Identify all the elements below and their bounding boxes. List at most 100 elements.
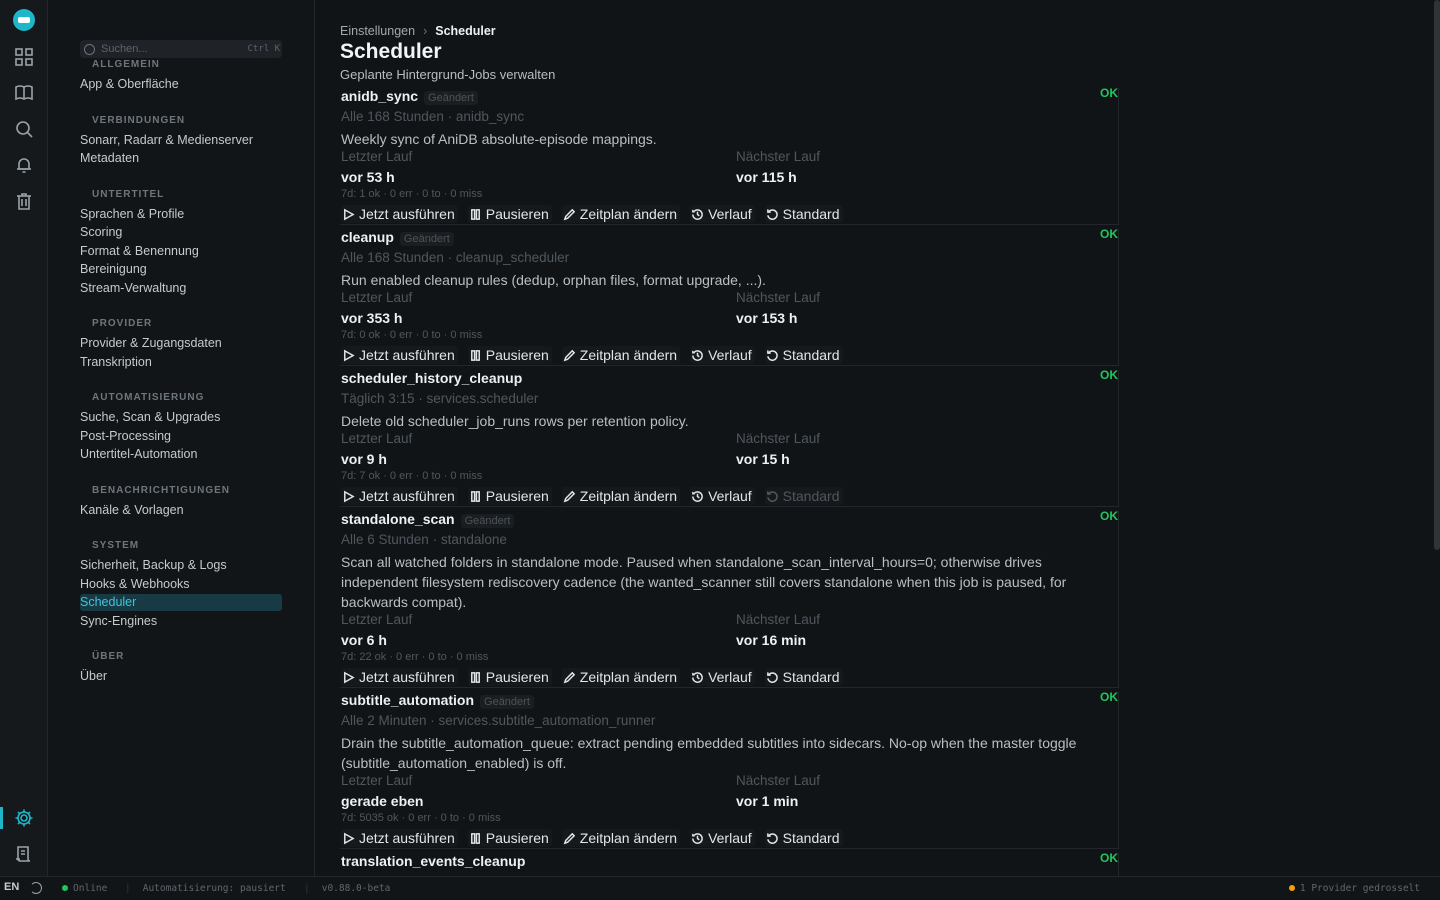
pause-button[interactable]: Pausieren — [467, 829, 552, 847]
sidebar-item-sync-engines[interactable]: Sync-Engines — [80, 613, 282, 630]
job-actions: Jetzt ausführen Pausieren Zeitplan änder… — [341, 346, 843, 364]
settings-search-input[interactable] — [101, 43, 231, 55]
job-actions: Jetzt ausführen Pausieren Zeitplan änder… — [341, 668, 843, 686]
job-card: translation_events_cleanup OK — [340, 851, 1119, 876]
sidebar-item-cleanup[interactable]: Bereinigung — [80, 261, 282, 278]
sidebar-item-metadata[interactable]: Metadaten — [80, 150, 282, 167]
pause-button[interactable]: Pausieren — [467, 346, 552, 364]
warning-dot-icon — [1288, 885, 1295, 891]
sidebar-item-search-scan[interactable]: Suche, Scan & Upgrades — [80, 409, 282, 426]
pause-icon — [470, 832, 480, 844]
history-icon — [692, 671, 703, 683]
last-run-value: vor 53 h — [341, 169, 395, 185]
sidebar-item-scheduler[interactable]: Scheduler — [80, 594, 282, 611]
change-schedule-button[interactable]: Zeitplan ändern — [561, 668, 681, 686]
last-run-label: Letzter Lauf — [341, 149, 413, 164]
run-now-button[interactable]: Jetzt ausführen — [341, 487, 458, 505]
reset-default-button[interactable]: Standard — [764, 668, 843, 686]
change-schedule-button[interactable]: Zeitplan ändern — [561, 205, 681, 223]
pencil-icon — [563, 671, 575, 683]
job-schedule: Alle 168 Stunden · anidb_sync — [341, 109, 525, 124]
scrollbar-thumb[interactable] — [1434, 0, 1440, 550]
sidebar-item-subtitle-automation[interactable]: Untertitel-Automation — [80, 446, 282, 463]
last-run-value: gerade eben — [341, 793, 424, 809]
sidebar-item-about[interactable]: Über — [80, 668, 282, 685]
change-schedule-button[interactable]: Zeitplan ändern — [561, 346, 681, 364]
reset-icon — [766, 208, 778, 220]
nav-group-title: ÜBER — [92, 651, 125, 662]
job-description: Scan all watched folders in standalone m… — [341, 554, 1067, 610]
sidebar-item-scoring[interactable]: Scoring — [80, 224, 282, 241]
library-book-icon[interactable] — [14, 83, 34, 103]
app-logo-icon[interactable] — [13, 9, 35, 31]
reset-icon — [766, 832, 778, 844]
reset-icon — [766, 671, 778, 683]
next-run-value: vor 16 min — [736, 632, 807, 648]
history-button[interactable]: Verlauf — [690, 487, 755, 505]
change-schedule-button[interactable]: Zeitplan ändern — [561, 829, 681, 847]
sidebar-item-transcription[interactable]: Transkription — [80, 354, 282, 371]
nav-group-title: VERBINDUNGEN — [92, 115, 186, 126]
breadcrumb-parent[interactable]: Einstellungen — [340, 24, 415, 38]
history-button[interactable]: Verlauf — [690, 346, 755, 364]
nav-group-title: BENACHRICHTIGUNGEN — [92, 485, 230, 496]
play-icon — [344, 349, 355, 361]
sidebar-item-hooks[interactable]: Hooks & Webhooks — [80, 576, 282, 593]
pause-button[interactable]: Pausieren — [467, 205, 552, 223]
scrollbar[interactable] — [1434, 0, 1440, 876]
breadcrumb: Einstellungen › Scheduler — [340, 24, 496, 38]
job-card: anidb_sync Geändert OK Alle 168 Stunden ·… — [340, 86, 1119, 225]
logs-scroll-icon[interactable] — [14, 844, 34, 864]
job-actions: Jetzt ausführen Pausieren Zeitplan änder… — [341, 205, 843, 223]
run-now-button[interactable]: Jetzt ausführen — [341, 205, 458, 223]
pause-button[interactable]: Pausieren — [467, 668, 552, 686]
sidebar-item-channels[interactable]: Kanäle & Vorlagen — [80, 502, 282, 519]
job-card: subtitle_automation Geändert OK Alle 2 Mi… — [340, 690, 1119, 849]
history-icon — [692, 832, 703, 844]
search-icon — [84, 43, 95, 55]
dashboard-icon[interactable] — [14, 47, 34, 67]
status-badge: OK — [1100, 368, 1118, 382]
run-now-button[interactable]: Jetzt ausführen — [341, 829, 458, 847]
settings-search[interactable]: Ctrl K — [80, 40, 282, 58]
page-subtitle: Geplante Hintergrund-Jobs verwalten — [340, 67, 556, 82]
sidebar-item-security[interactable]: Sicherheit, Backup & Logs — [80, 557, 282, 574]
reset-default-button[interactable]: Standard — [764, 829, 843, 847]
history-icon — [692, 490, 703, 502]
language-switch[interactable]: EN — [4, 881, 19, 893]
next-run-value: vor 153 h — [736, 310, 798, 326]
history-button[interactable]: Verlauf — [690, 668, 755, 686]
job-description: Weekly sync of AniDB absolute-episode ma… — [341, 131, 657, 147]
trash-icon[interactable] — [14, 191, 34, 211]
changed-badge: Geändert — [460, 514, 515, 528]
run-now-button[interactable]: Jetzt ausführen — [341, 668, 458, 686]
changed-badge: Geändert — [424, 91, 478, 105]
theme-moon-icon[interactable] — [30, 882, 42, 894]
sidebar-item-format[interactable]: Format & Benennung — [80, 243, 282, 260]
job-name: cleanup — [341, 229, 394, 245]
reset-default-button[interactable]: Standard — [764, 346, 843, 364]
nav-group-title: AUTOMATISIERUNG — [92, 392, 205, 403]
reset-default-button-disabled: Standard — [764, 487, 843, 505]
sidebar-item-languages[interactable]: Sprachen & Profile — [80, 206, 282, 223]
provider-throttle-status[interactable]: 1 Provider gedrosselt — [1288, 883, 1420, 894]
sidebar-item-post-processing[interactable]: Post-Processing — [80, 428, 282, 445]
search-icon[interactable] — [14, 119, 34, 139]
sidebar-item-providers[interactable]: Provider & Zugangsdaten — [80, 335, 282, 352]
next-run-label: Nächster Lauf — [736, 149, 821, 164]
pause-button[interactable]: Pausieren — [467, 487, 552, 505]
bell-icon[interactable] — [14, 155, 34, 175]
history-button[interactable]: Verlauf — [690, 829, 755, 847]
run-now-button[interactable]: Jetzt ausführen — [341, 346, 458, 364]
main-content: Einstellungen › Scheduler Scheduler Geplan… — [314, 0, 1440, 876]
settings-gear-icon[interactable] — [14, 808, 34, 828]
next-run-label: Nächster Lauf — [736, 773, 821, 788]
sidebar-item-connections[interactable]: Sonarr, Radarr & Medienserver — [80, 132, 282, 149]
next-run-value: vor 115 h — [736, 169, 797, 185]
sidebar-item-app[interactable]: App & Oberfläche — [80, 76, 282, 93]
reset-icon — [766, 490, 778, 502]
history-button[interactable]: Verlauf — [690, 205, 755, 223]
sidebar-item-streams[interactable]: Stream-Verwaltung — [80, 280, 282, 297]
change-schedule-button[interactable]: Zeitplan ändern — [561, 487, 681, 505]
reset-default-button[interactable]: Standard — [764, 205, 843, 223]
